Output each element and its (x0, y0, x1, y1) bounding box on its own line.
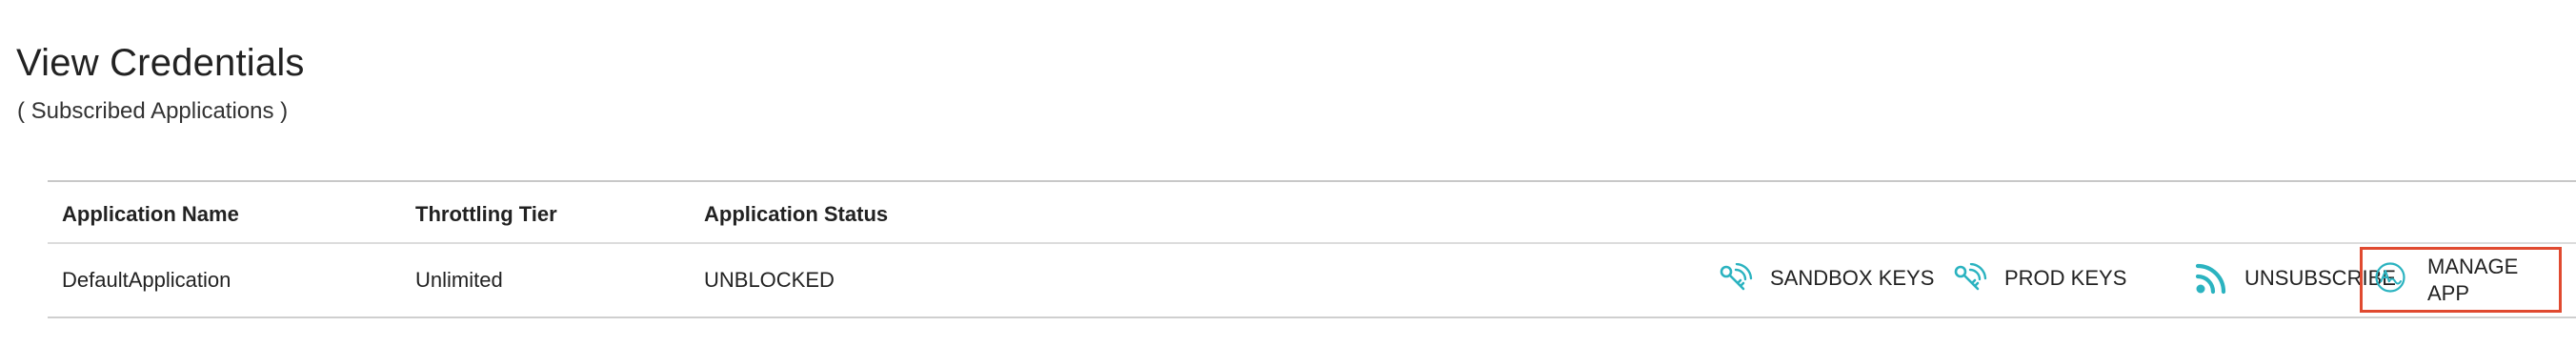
throttling-tier-cell: Unlimited (415, 268, 503, 292)
column-header-application-status: Application Status (704, 202, 889, 226)
manage-app-label: MANAGE APP (2427, 254, 2519, 305)
manage-app-button[interactable]: MANAGE APP (2360, 247, 2562, 313)
page-title: View Credentials (16, 42, 305, 84)
application-status-cell: UNBLOCKED (704, 268, 835, 292)
column-header-throttling-tier: Throttling Tier (415, 202, 557, 226)
table-header: Application Name Throttling Tier Applica… (48, 182, 2576, 244)
table-row: DefaultApplication Unlimited UNBLOCKED S… (48, 244, 2576, 318)
page-subtitle: ( Subscribed Applications ) (17, 98, 289, 124)
application-name-cell: DefaultApplication (62, 268, 231, 292)
prod-keys-button[interactable]: PROD KEYS (1953, 257, 2126, 299)
column-header-application-name: Application Name (62, 202, 239, 226)
prod-keys-label: PROD KEYS (2004, 266, 2127, 290)
key-wave-icon (1953, 263, 1987, 294)
subscribed-applications-table: Application Name Throttling Tier Applica… (48, 180, 2576, 318)
app-circle-icon (2374, 261, 2406, 298)
rss-icon (2195, 262, 2227, 295)
sandbox-keys-label: SANDBOX KEYS (1770, 266, 1935, 290)
key-wave-icon (1719, 263, 1753, 294)
sandbox-keys-button[interactable]: SANDBOX KEYS (1719, 257, 1934, 299)
